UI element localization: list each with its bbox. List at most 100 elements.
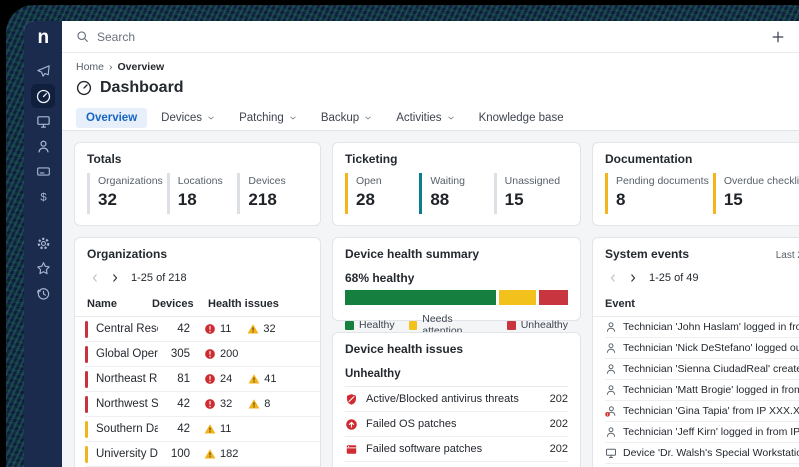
stat-label: Locations bbox=[178, 175, 234, 187]
next-page-button[interactable] bbox=[107, 270, 123, 286]
organizations-pagination: 1-25 of 218 bbox=[75, 261, 320, 294]
org-devices: 42 bbox=[158, 398, 190, 410]
chevron-left-icon bbox=[608, 273, 618, 283]
legend-swatch bbox=[409, 321, 418, 330]
list-item[interactable]: Technician 'Matt Brogie' logged in from … bbox=[605, 380, 799, 401]
table-row[interactable]: Northeast Re... 81 24 41 bbox=[85, 367, 320, 392]
sidebar-item-getting-started[interactable] bbox=[31, 59, 55, 83]
table-row[interactable]: University Data 100 182 bbox=[85, 442, 320, 467]
topbar bbox=[62, 21, 799, 53]
card-title: Device health issues bbox=[345, 342, 568, 356]
table-row[interactable]: Northwest Se... 42 32 8 bbox=[85, 392, 320, 417]
prev-page-button[interactable] bbox=[87, 270, 103, 286]
breadcrumb-home[interactable]: Home bbox=[76, 61, 104, 73]
chevron-down-icon bbox=[364, 114, 372, 122]
tab-bar: Overview Devices Patching bbox=[76, 106, 799, 130]
time-range-label[interactable]: Last 2 bbox=[776, 250, 799, 261]
stat-label: Pending documents bbox=[616, 175, 709, 187]
tab[interactable]: Patching bbox=[229, 108, 307, 128]
stat[interactable]: Overdue checklists 15 bbox=[713, 173, 799, 214]
tab[interactable]: Activities bbox=[386, 108, 464, 128]
section-unhealthy: Unhealthy bbox=[345, 368, 568, 387]
list-item[interactable]: Technician 'Nick DeStefano' logged out. bbox=[605, 338, 799, 359]
health-status-bar bbox=[85, 396, 88, 413]
stat[interactable]: Unassigned 15 bbox=[494, 173, 568, 214]
critical-count: 24 bbox=[204, 373, 232, 385]
list-item[interactable]: Technician 'John Haslam' logged in from … bbox=[605, 317, 799, 338]
software-patch-icon bbox=[345, 443, 358, 456]
stat[interactable]: Devices 218 bbox=[237, 173, 308, 214]
prev-page-button[interactable] bbox=[605, 270, 621, 286]
system-events-list: Technician 'John Haslam' logged in from … bbox=[593, 317, 799, 467]
search-bar[interactable] bbox=[76, 30, 771, 44]
sidebar-item-favorites[interactable] bbox=[31, 256, 55, 280]
tab[interactable]: Knowledge base bbox=[469, 108, 574, 128]
totals-card: Totals Organizations 32 bbox=[74, 142, 321, 226]
warning-count: 182 bbox=[204, 448, 238, 460]
tab[interactable]: Backup bbox=[311, 108, 382, 128]
os-patch-icon bbox=[345, 418, 358, 431]
column-header-devices[interactable]: Devices bbox=[152, 298, 192, 310]
stat[interactable]: Open 28 bbox=[345, 173, 419, 214]
next-page-button[interactable] bbox=[625, 270, 641, 286]
legend-label: Healthy bbox=[359, 319, 395, 331]
tab[interactable]: Devices bbox=[151, 108, 225, 128]
sidebar-item-history[interactable] bbox=[31, 281, 55, 305]
list-item[interactable]: Technician 'Gina Tapia' from IP XXX.XXX.… bbox=[605, 401, 799, 422]
tab[interactable]: Overview bbox=[76, 108, 147, 128]
stat[interactable]: Organizations 32 bbox=[87, 173, 167, 214]
org-name: Northeast Re... bbox=[96, 373, 158, 385]
add-button[interactable] bbox=[771, 30, 785, 44]
list-item[interactable]: Device 'Dr. Walsh's Special Workstation'… bbox=[605, 443, 799, 464]
list-item[interactable]: Failed OS patches 202 bbox=[345, 412, 568, 437]
table-row[interactable]: Global Operat... 305 200 bbox=[85, 342, 320, 367]
stat-value: 8 bbox=[616, 190, 709, 210]
sidebar-item-dashboard[interactable] bbox=[31, 84, 55, 108]
search-input[interactable] bbox=[97, 30, 397, 44]
plus-icon bbox=[771, 30, 785, 44]
warning-triangle-icon bbox=[247, 323, 259, 335]
sidebar-item-devices[interactable] bbox=[31, 109, 55, 133]
issue-count: 202 bbox=[550, 443, 568, 455]
chevron-down-icon bbox=[289, 114, 297, 122]
sidebar-item-technicians[interactable] bbox=[31, 134, 55, 158]
critical-circle-icon bbox=[204, 348, 216, 360]
sidebar-item-settings[interactable] bbox=[31, 231, 55, 255]
list-item[interactable]: Technician 'Sienna CiudadReal' created b… bbox=[605, 359, 799, 380]
critical-count: 200 bbox=[204, 348, 238, 360]
stat[interactable]: Locations 18 bbox=[167, 173, 238, 214]
bar-segment bbox=[539, 290, 568, 305]
sidebar-item-billing[interactable] bbox=[31, 184, 55, 208]
list-item[interactable]: Failed software patches 202 bbox=[345, 437, 568, 462]
page-title: Dashboard bbox=[100, 79, 184, 97]
ninja-logo[interactable]: n bbox=[37, 28, 48, 47]
list-item[interactable]: Active/Blocked antivirus threats 202 bbox=[345, 387, 568, 412]
stat-value: 218 bbox=[248, 190, 304, 210]
list-item[interactable]: Technician 'Jeff Kirn' logged in from IP… bbox=[605, 422, 799, 443]
system-events-pagination: 1-25 of 49 bbox=[593, 261, 799, 294]
documentation-card: Documentation Pending documents 8 bbox=[592, 142, 799, 226]
warning-triangle-icon bbox=[204, 423, 216, 435]
warning-count: 8 bbox=[248, 398, 270, 410]
screenshot-stage: n bbox=[0, 0, 799, 467]
tab-label: Backup bbox=[321, 112, 359, 124]
event-text: Technician 'John Haslam' logged in from … bbox=[623, 321, 799, 333]
topbar-actions bbox=[771, 26, 799, 47]
device-health-summary-card: Device health summary 68% healthy bbox=[332, 237, 581, 321]
org-health-issues: 11 bbox=[204, 423, 308, 435]
sidebar-item-ticketing[interactable] bbox=[31, 159, 55, 183]
stat[interactable]: Waiting 88 bbox=[419, 173, 493, 214]
issue-count: 202 bbox=[550, 418, 568, 430]
column-header-name[interactable]: Name bbox=[87, 298, 152, 310]
decorative-frame: n bbox=[6, 5, 799, 467]
table-row[interactable]: Southern Data 42 11 bbox=[85, 417, 320, 442]
org-devices: 100 bbox=[158, 448, 190, 460]
event-column-header[interactable]: Event bbox=[593, 294, 799, 317]
column-header-health[interactable]: Health issues bbox=[208, 298, 308, 310]
health-status-bar bbox=[85, 346, 88, 363]
org-devices: 42 bbox=[158, 423, 190, 435]
stat[interactable]: Pending documents 8 bbox=[605, 173, 713, 214]
event-text: Technician 'Gina Tapia' from IP XXX.XXX.… bbox=[623, 405, 799, 417]
card-title: Device health summary bbox=[345, 247, 568, 261]
table-row[interactable]: Central Resou... 42 11 32 bbox=[85, 317, 320, 342]
